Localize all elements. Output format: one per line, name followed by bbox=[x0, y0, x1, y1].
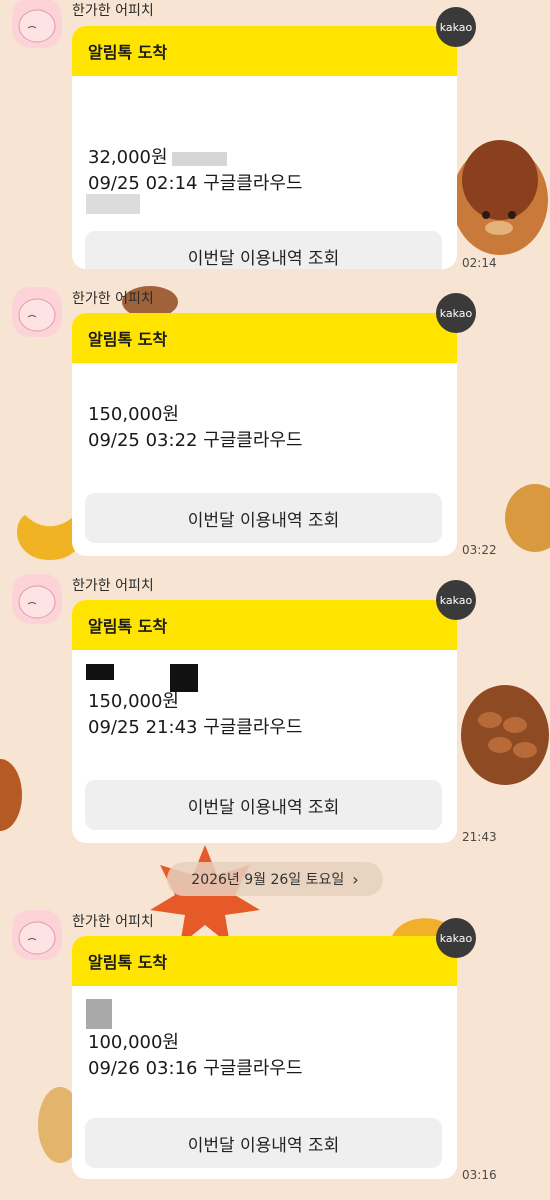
alimtalk-card: 알림톡 도착 150,000원 09/25 21:43 구글클라우드 이번달 이… bbox=[72, 600, 457, 843]
transaction-detail: 09/25 02:14 구글클라우드 bbox=[88, 173, 303, 194]
sender-name: 한가한 어피치 bbox=[72, 914, 154, 930]
monthly-usage-button[interactable]: 이번달 이용내역 조회 bbox=[85, 1118, 442, 1168]
chestnut-character-illustration bbox=[452, 140, 548, 255]
kakao-badge: kakao bbox=[436, 580, 476, 620]
transaction-detail: 09/25 21:43 구글클라우드 bbox=[88, 717, 303, 738]
alimtalk-card: 알림톡 도착 32,000원 09/25 02:14 구글클라우드 이번달 이용… bbox=[72, 26, 457, 269]
card-title: 알림톡 도착 bbox=[72, 600, 457, 650]
amount-text: 150,000원 bbox=[88, 404, 179, 425]
avatar[interactable] bbox=[12, 287, 62, 337]
message-time: 03:16 bbox=[462, 1168, 497, 1182]
sender-name: 한가한 어피치 bbox=[72, 3, 154, 19]
transaction-detail: 09/25 03:22 구글클라우드 bbox=[88, 430, 303, 451]
redacted-block bbox=[172, 152, 227, 166]
card-title: 알림톡 도착 bbox=[72, 26, 457, 76]
redacted-block bbox=[86, 999, 112, 1029]
amount-text: 150,000원 bbox=[88, 691, 179, 712]
chevron-right-icon: › bbox=[352, 869, 359, 889]
redacted-block bbox=[86, 664, 114, 680]
monthly-usage-button[interactable]: 이번달 이용내역 조회 bbox=[85, 231, 442, 269]
avatar[interactable] bbox=[12, 0, 62, 48]
avatar[interactable] bbox=[12, 910, 62, 960]
date-divider[interactable]: 2026년 9월 26일 토요일 › bbox=[167, 862, 383, 896]
redacted-block bbox=[86, 194, 140, 214]
kakao-badge: kakao bbox=[436, 7, 476, 47]
alimtalk-card: 알림톡 도착 100,000원 09/26 03:16 구글클라우드 이번달 이… bbox=[72, 936, 457, 1179]
peach-character-icon bbox=[18, 921, 56, 955]
message-time: 02:14 bbox=[462, 256, 497, 270]
kakao-badge: kakao bbox=[436, 918, 476, 958]
pinecone-illustration bbox=[461, 685, 549, 785]
sender-name: 한가한 어피치 bbox=[72, 578, 154, 594]
peach-character-icon bbox=[18, 9, 56, 43]
monthly-usage-button[interactable]: 이번달 이용내역 조회 bbox=[85, 780, 442, 830]
kakao-badge: kakao bbox=[436, 293, 476, 333]
avatar[interactable] bbox=[12, 574, 62, 624]
amount-text: 100,000원 bbox=[88, 1032, 179, 1053]
peach-character-icon bbox=[18, 298, 56, 332]
message-time: 03:22 bbox=[462, 543, 497, 557]
sender-name: 한가한 어피치 bbox=[72, 291, 154, 307]
alimtalk-card: 알림톡 도착 150,000원 09/25 03:22 구글클라우드 이번달 이… bbox=[72, 313, 457, 556]
date-label: 2026년 9월 26일 토요일 bbox=[191, 872, 345, 888]
message-time: 21:43 bbox=[462, 830, 497, 844]
peach-character-icon bbox=[18, 585, 56, 619]
card-title: 알림톡 도착 bbox=[72, 936, 457, 986]
card-title: 알림톡 도착 bbox=[72, 313, 457, 363]
acorn-cap-illustration bbox=[505, 484, 550, 552]
amount-text: 32,000원 bbox=[88, 147, 168, 168]
transaction-detail: 09/26 03:16 구글클라우드 bbox=[88, 1058, 303, 1079]
acorn-left-illustration bbox=[0, 759, 22, 831]
monthly-usage-button[interactable]: 이번달 이용내역 조회 bbox=[85, 493, 442, 543]
